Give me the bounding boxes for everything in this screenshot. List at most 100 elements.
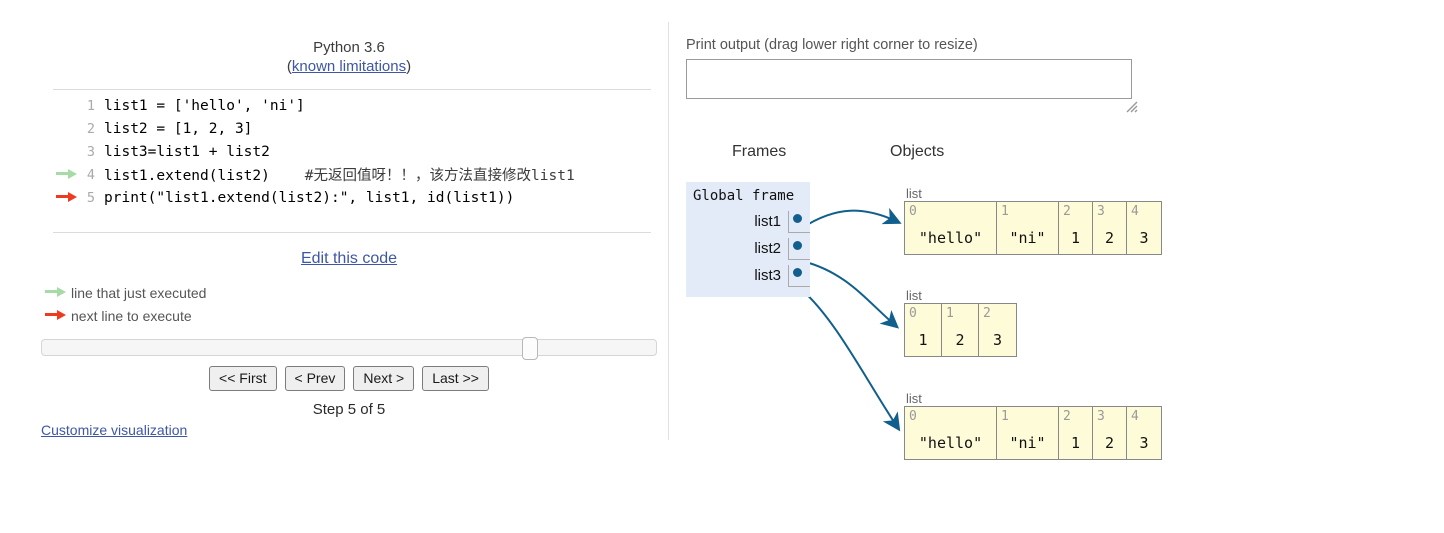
next-line-arrow-icon (56, 191, 78, 202)
variable-row-list2: list2 (686, 235, 810, 262)
arrow-list1 (801, 207, 902, 229)
pointer-dot-icon (793, 240, 802, 250)
list-object-3: list 0 "hello" 1 "ni" 2 1 3 2 4 3 (904, 391, 1162, 460)
cell-value: "hello" (918, 229, 983, 247)
code-row: 3 list3=list1 + list2 (53, 140, 575, 163)
code-arrow-slot (53, 117, 81, 140)
list-cell[interactable]: 4 3 (1127, 202, 1161, 254)
code-row-current: 4 list1.extend(list2) #无返回值呀！！，该方法直接修改li… (53, 163, 575, 186)
list-cell[interactable]: 0 1 (905, 304, 942, 356)
cell-value: "ni" (1009, 434, 1046, 452)
code-row-next: 5 print("list1.extend(list2):", list1, i… (53, 186, 575, 209)
code-line-number: 2 (86, 120, 95, 137)
pointer-dot-icon (793, 267, 802, 277)
slider-handle[interactable] (522, 337, 538, 360)
legend-label: line that just executed (71, 284, 207, 301)
cell-value: 2 (955, 331, 965, 349)
pointer-dot-icon (793, 213, 802, 223)
object-type-label: list (906, 288, 922, 303)
variable-name: list2 (754, 240, 781, 257)
legend-item-next-line: next line to execute (41, 304, 206, 327)
code-line-text[interactable]: list3=list1 + list2 (104, 144, 270, 160)
execution-legend: line that just executed next line to exe… (41, 281, 206, 327)
known-limitations-line: (known limitations) (41, 57, 657, 76)
code-arrow-slot (53, 186, 81, 209)
code-line-text[interactable]: list1.extend(list2) #无返回值呀！！，该方法直接修改list… (104, 164, 575, 185)
customize-visualization-link[interactable]: Customize visualization (41, 422, 187, 438)
list-cell[interactable]: 2 1 (1059, 407, 1093, 459)
prev-button[interactable]: < Prev (284, 366, 346, 391)
cell-value: "hello" (918, 434, 983, 452)
cell-index: 2 (1063, 204, 1071, 219)
object-type-label: list (906, 186, 922, 201)
arrow-list3 (801, 289, 901, 432)
list-cell[interactable]: 3 2 (1093, 407, 1127, 459)
global-frame-title: Global frame (693, 188, 795, 204)
list-cell[interactable]: 3 2 (1093, 202, 1127, 254)
object-type-label: list (906, 391, 922, 406)
cell-index: 4 (1131, 204, 1139, 219)
cell-value: "ni" (1009, 229, 1046, 247)
list-cell[interactable]: 0 "hello" (905, 202, 997, 254)
step-counter: Step 5 of 5 (312, 401, 386, 418)
cell-index: 0 (909, 204, 917, 219)
code-row: 1 list1 = ['hello', 'ni'] (53, 94, 575, 117)
code-arrow-slot (53, 94, 81, 117)
print-output-textarea[interactable] (686, 59, 1132, 99)
variable-name: list1 (754, 213, 781, 230)
frames-heading: Frames (732, 143, 787, 160)
list-cells: 0 "hello" 1 "ni" 2 1 3 2 4 3 (904, 406, 1162, 460)
list-cell[interactable]: 2 1 (1059, 202, 1093, 254)
code-line-text[interactable]: list2 = [1, 2, 3] (104, 121, 252, 137)
list-cells: 0 1 1 2 2 3 (904, 303, 1017, 357)
red-arrow-icon (41, 304, 71, 327)
list-cell[interactable]: 1 "ni" (997, 202, 1059, 254)
global-frame: Global frame list1 list2 list3 (686, 182, 810, 297)
code-spacer (270, 168, 305, 184)
cell-index: 3 (1097, 204, 1105, 219)
variable-pointer-cell[interactable] (788, 237, 810, 260)
visualization-panel: Print output (drag lower right corner to… (686, 0, 1444, 533)
variable-name: list3 (754, 267, 781, 284)
list-cell[interactable]: 1 "ni" (997, 407, 1059, 459)
panel-divider (668, 22, 669, 440)
paren-close: ) (406, 58, 412, 75)
known-limitations-link[interactable]: known limitations (292, 58, 406, 75)
language-header: Python 3.6 (known limitations) (41, 38, 657, 76)
code-line-number: 5 (86, 189, 95, 206)
execution-slider[interactable] (41, 337, 657, 360)
cell-value: 1 (1070, 434, 1081, 452)
code-line-text[interactable]: list1 = ['hello', 'ni'] (104, 98, 305, 114)
variable-pointer-cell[interactable] (788, 264, 810, 287)
code-line-comment: #无返回值呀！！，该方法直接修改list1 (304, 168, 575, 184)
code-line-text[interactable]: print("list1.extend(list2):", list1, id(… (104, 190, 514, 206)
list-cell[interactable]: 0 "hello" (905, 407, 997, 459)
variable-row-list1: list1 (686, 208, 810, 235)
print-output-label: Print output (drag lower right corner to… (686, 37, 978, 53)
legend-item-just-executed: line that just executed (41, 281, 206, 304)
cell-value: 1 (1070, 229, 1081, 247)
cell-value: 2 (1104, 434, 1115, 452)
green-arrow-glyph (45, 286, 67, 297)
arrow-list2 (801, 260, 900, 329)
next-button[interactable]: Next > (353, 366, 415, 391)
edit-this-code-link[interactable]: Edit this code (41, 250, 657, 268)
resize-handle-icon[interactable] (1126, 101, 1138, 113)
cell-index: 3 (1097, 409, 1105, 424)
variable-pointer-cell[interactable] (788, 210, 810, 233)
code-bottom-divider (53, 232, 651, 233)
code-top-divider (53, 89, 651, 90)
list-object-1: list 0 "hello" 1 "ni" 2 1 3 2 4 3 (904, 186, 1162, 255)
code-line-code: list1.extend(list2) (104, 168, 270, 184)
green-arrow-icon (41, 281, 71, 304)
cell-value: 1 (918, 331, 928, 349)
list-cell[interactable]: 2 3 (979, 304, 1016, 356)
code-listing: 1 list1 = ['hello', 'ni'] 2 list2 = [1, … (53, 94, 575, 209)
red-arrow-glyph (45, 309, 67, 320)
list-cell[interactable]: 1 2 (942, 304, 979, 356)
first-button[interactable]: << First (209, 366, 277, 391)
cell-value: 3 (1139, 434, 1149, 452)
list-cell[interactable]: 4 3 (1127, 407, 1161, 459)
cell-index: 4 (1131, 409, 1139, 424)
last-button[interactable]: Last >> (422, 366, 489, 391)
